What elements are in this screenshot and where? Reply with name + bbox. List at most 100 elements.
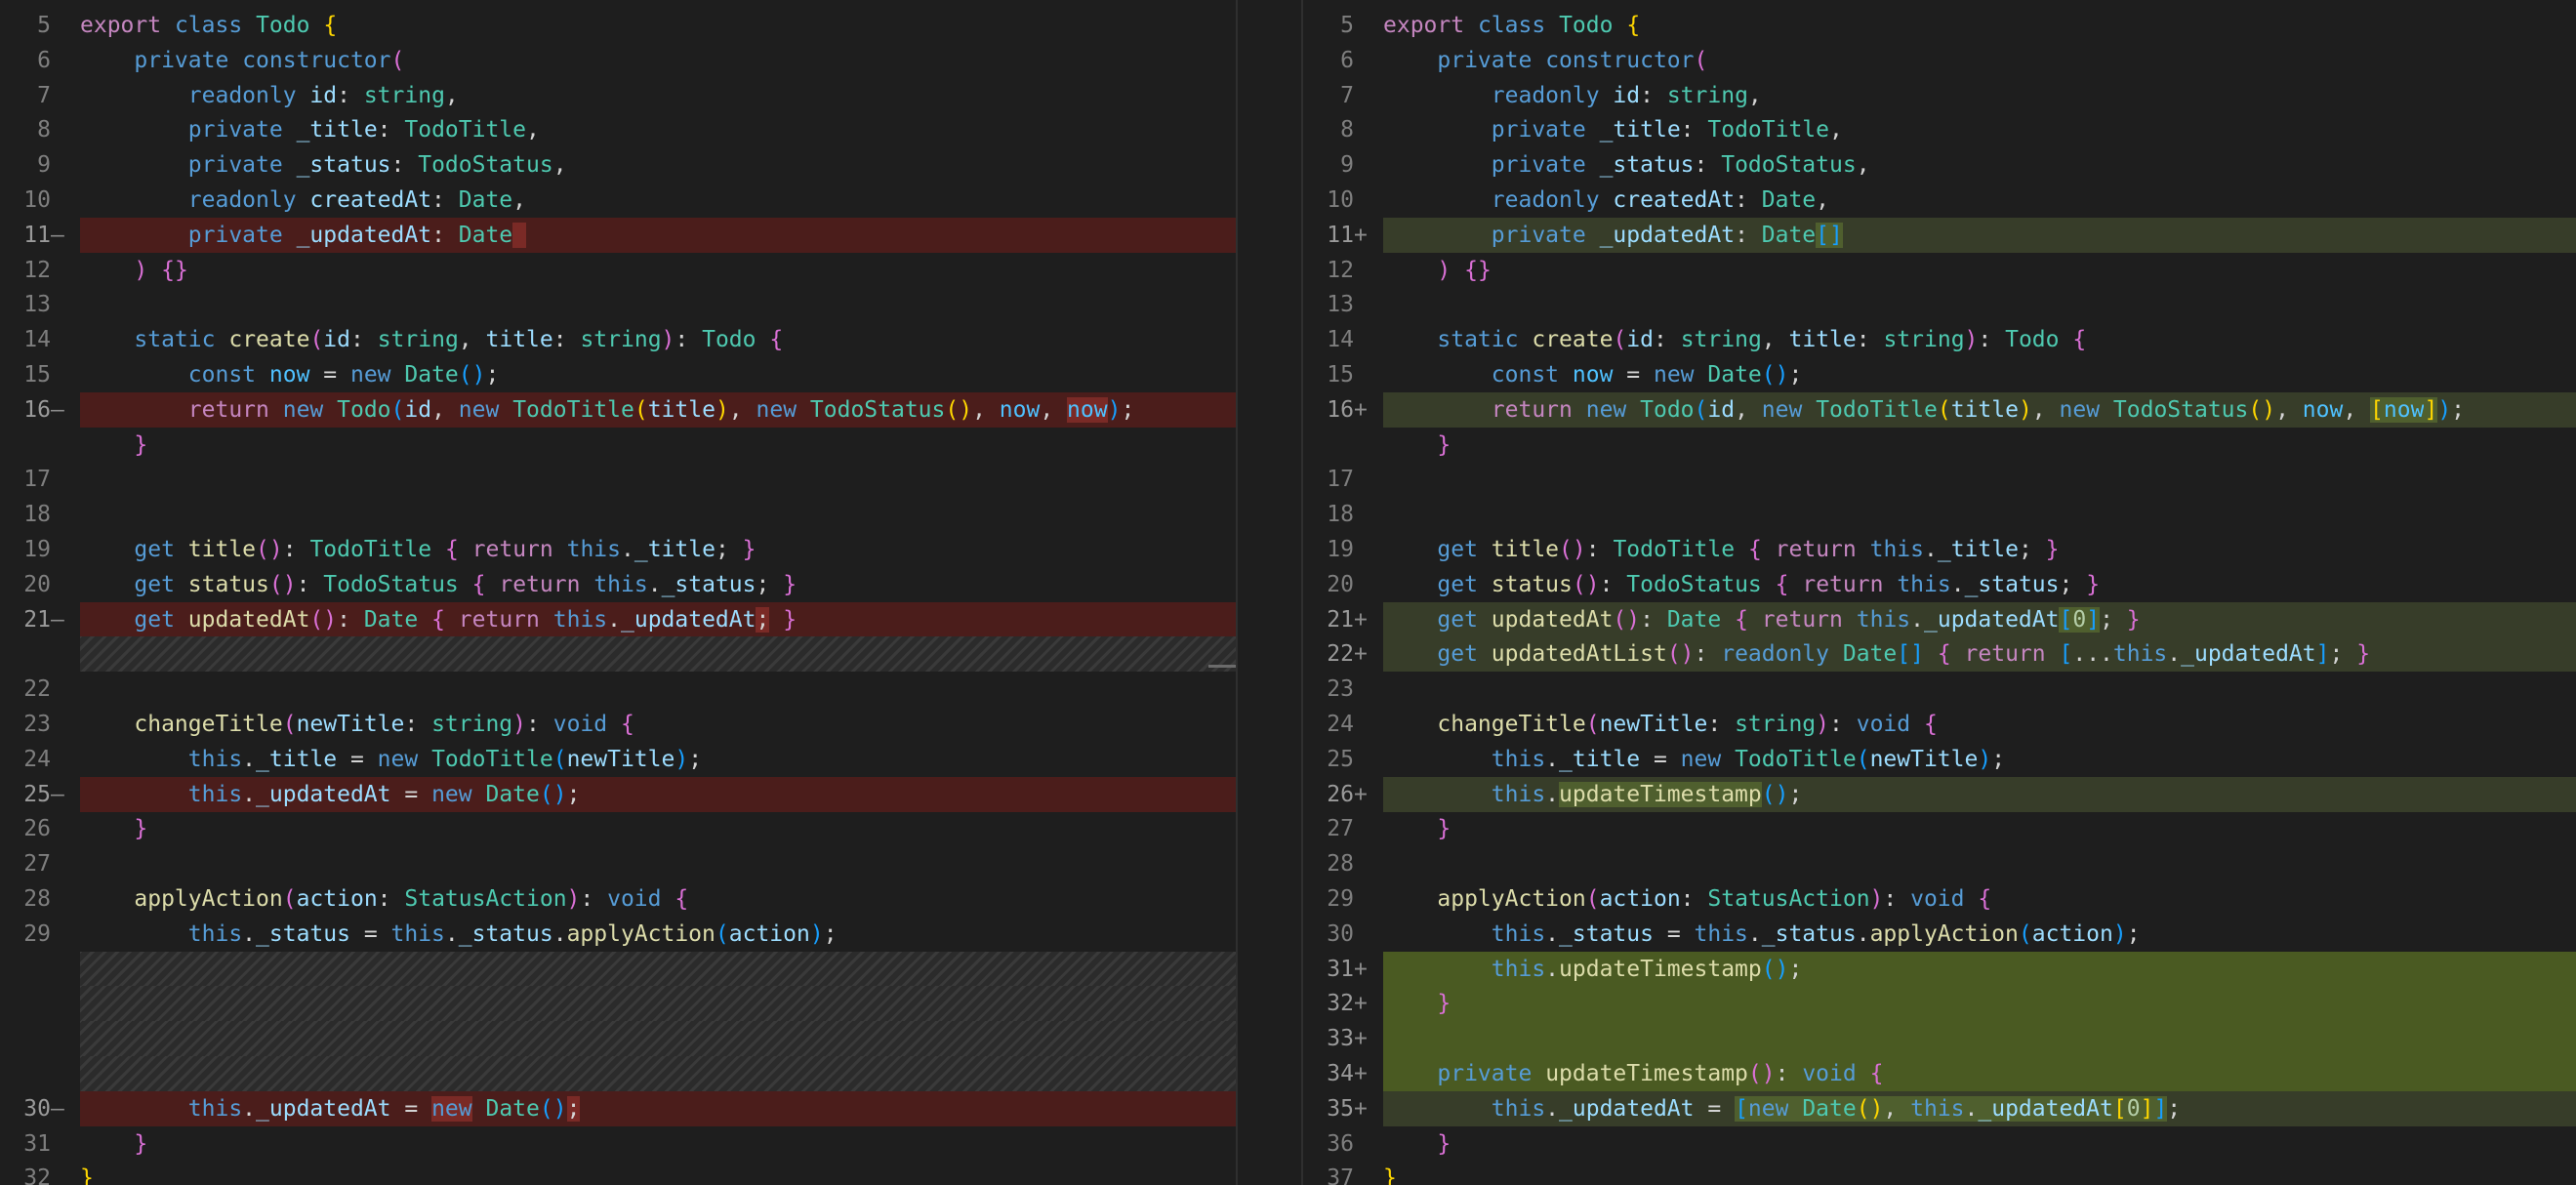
modified-code-line[interactable]: 37} xyxy=(1303,1161,2576,1185)
original-code-line[interactable]: 14 static create(id: string, title: stri… xyxy=(0,322,1236,357)
code-text[interactable]: readonly id: string, xyxy=(1383,78,1762,113)
original-code-line[interactable]: 8 private _title: TodoTitle, xyxy=(0,112,1236,147)
code-text[interactable]: get updatedAt(): Date { return this._upd… xyxy=(80,602,797,637)
modified-code-line[interactable]: 8 private _title: TodoTitle, xyxy=(1303,112,2576,147)
code-text[interactable]: export class Todo { xyxy=(1383,8,1640,43)
code-text[interactable]: } xyxy=(80,428,147,463)
modified-code-line[interactable]: 34 + private updateTimestamp(): void { xyxy=(1303,1056,2576,1091)
original-code-line[interactable]: 25— this._updatedAt = new Date(); xyxy=(0,777,1236,812)
code-text[interactable]: const now = new Date(); xyxy=(80,357,500,392)
original-code-line[interactable]: 9 private _status: TodoStatus, xyxy=(0,147,1236,183)
modified-code-line[interactable]: 26 + this.updateTimestamp(); xyxy=(1303,777,2576,812)
original-code-line[interactable]: 15 const now = new Date(); xyxy=(0,357,1236,392)
original-code-line[interactable]: 22 xyxy=(0,672,1236,707)
modified-code-line[interactable]: 12 ) {} xyxy=(1303,253,2576,288)
modified-code-line[interactable]: 25 this._title = new TodoTitle(newTitle)… xyxy=(1303,742,2576,777)
original-code-line[interactable]: 5 export class Todo { xyxy=(0,8,1236,43)
code-text[interactable]: changeTitle(newTitle: string): void { xyxy=(80,707,634,742)
modified-code-line[interactable]: 9 private _status: TodoStatus, xyxy=(1303,147,2576,183)
code-text[interactable]: const now = new Date(); xyxy=(1383,357,1803,392)
modified-code-line[interactable]: 16 + return new Todo(id, new TodoTitle(ti… xyxy=(1303,392,2576,428)
original-code-line[interactable] xyxy=(0,1021,1236,1056)
modified-code-line[interactable]: 31 + this.updateTimestamp(); xyxy=(1303,952,2576,987)
code-text[interactable]: } xyxy=(1383,1161,1397,1185)
modified-code-line[interactable]: 18 xyxy=(1303,497,2576,532)
original-code-line[interactable] xyxy=(0,1056,1236,1091)
modified-code-line[interactable]: 29 applyAction(action: StatusAction): vo… xyxy=(1303,881,2576,917)
original-code-line[interactable]: 13 xyxy=(0,287,1236,322)
modified-code-line[interactable]: 33 + xyxy=(1303,1021,2576,1056)
code-text[interactable]: } xyxy=(80,811,147,846)
modified-code-line[interactable]: 27 } xyxy=(1303,811,2576,846)
original-code-line[interactable]: 18 xyxy=(0,497,1236,532)
code-text[interactable]: } xyxy=(1383,811,1451,846)
modified-code-line[interactable]: } xyxy=(1303,428,2576,463)
code-text[interactable]: static create(id: string, title: string)… xyxy=(1383,322,2086,357)
code-text[interactable]: private _title: TodoTitle, xyxy=(80,112,540,147)
modified-code-line[interactable]: 17 xyxy=(1303,462,2576,497)
modified-code-line[interactable]: 30 this._status = this._status.applyActi… xyxy=(1303,917,2576,952)
modified-code-line[interactable]: 21 + get updatedAt(): Date { return this.… xyxy=(1303,602,2576,637)
code-text[interactable]: private _updatedAt: Date xyxy=(80,218,527,253)
code-text[interactable]: } xyxy=(1383,1126,1451,1162)
code-text[interactable]: this._title = new TodoTitle(newTitle); xyxy=(80,742,702,777)
original-code-line[interactable]: 28 applyAction(action: StatusAction): vo… xyxy=(0,881,1236,917)
pane-divider[interactable] xyxy=(1236,0,1303,1185)
code-text[interactable]: readonly id: string, xyxy=(80,78,459,113)
modified-code-line[interactable]: 13 xyxy=(1303,287,2576,322)
modified-code-line[interactable]: 35 + this._updatedAt = [new Date(), this.… xyxy=(1303,1091,2576,1126)
code-text[interactable]: get status(): TodoStatus { return this._… xyxy=(1383,567,2100,602)
code-text[interactable]: private _status: TodoStatus, xyxy=(80,147,567,183)
code-text[interactable]: get status(): TodoStatus { return this._… xyxy=(80,567,797,602)
code-text[interactable]: export class Todo { xyxy=(80,8,337,43)
code-text[interactable]: static create(id: string, title: string)… xyxy=(80,322,783,357)
code-text[interactable]: return new Todo(id, new TodoTitle(title)… xyxy=(1383,392,2465,428)
modified-code-line[interactable]: 20 get status(): TodoStatus { return thi… xyxy=(1303,567,2576,602)
modified-code-line[interactable]: 10 readonly createdAt: Date, xyxy=(1303,183,2576,218)
code-text[interactable]: this._title = new TodoTitle(newTitle); xyxy=(1383,742,2005,777)
code-text[interactable]: ) {} xyxy=(1383,253,1491,288)
code-text[interactable]: } xyxy=(1383,986,1451,1021)
modified-code-line[interactable]: 36 } xyxy=(1303,1126,2576,1162)
original-code-line[interactable]: 21— get updatedAt(): Date { return this.… xyxy=(0,602,1236,637)
code-text[interactable]: this.updateTimestamp(); xyxy=(1383,777,1802,812)
original-code-line[interactable]: 10 readonly createdAt: Date, xyxy=(0,183,1236,218)
code-text[interactable]: private _title: TodoTitle, xyxy=(1383,112,1843,147)
original-code-line[interactable]: 19 get title(): TodoTitle { return this.… xyxy=(0,532,1236,567)
modified-code-line[interactable]: 5 export class Todo { xyxy=(1303,8,2576,43)
modified-code-line[interactable]: 19 get title(): TodoTitle { return this.… xyxy=(1303,532,2576,567)
original-code-line[interactable]: 31 } xyxy=(0,1126,1236,1162)
original-code-line[interactable]: 17 xyxy=(0,462,1236,497)
original-code-line[interactable]: 30— this._updatedAt = new Date(); xyxy=(0,1091,1236,1126)
modified-pane[interactable]: 5 export class Todo {6 private constructo… xyxy=(1303,0,2576,1185)
original-code-line[interactable]: } xyxy=(0,428,1236,463)
modified-code-line[interactable]: 32 + } xyxy=(1303,986,2576,1021)
code-text[interactable]: this._updatedAt = new Date(); xyxy=(80,777,581,812)
code-text[interactable]: } xyxy=(80,1126,147,1162)
original-code-line[interactable] xyxy=(0,952,1236,987)
modified-code-line[interactable]: 14 static create(id: string, title: stri… xyxy=(1303,322,2576,357)
code-text[interactable]: private constructor( xyxy=(1383,43,1707,78)
original-code-line[interactable]: 32} xyxy=(0,1161,1236,1185)
original-code-line[interactable]: 11— private _updatedAt: Date xyxy=(0,218,1236,253)
original-code-line[interactable]: 26 } xyxy=(0,811,1236,846)
code-text[interactable]: } xyxy=(1383,428,1451,463)
original-code-line[interactable]: 20 get status(): TodoStatus { return thi… xyxy=(0,567,1236,602)
original-code-line[interactable]: 16— return new Todo(id, new TodoTitle(ti… xyxy=(0,392,1236,428)
modified-code-line[interactable]: 6 private constructor( xyxy=(1303,43,2576,78)
code-text[interactable]: changeTitle(newTitle: string): void { xyxy=(1383,707,1937,742)
original-code-line[interactable]: 12 ) {} xyxy=(0,253,1236,288)
code-text[interactable]: applyAction(action: StatusAction): void … xyxy=(1383,881,1991,917)
code-text[interactable]: get title(): TodoTitle { return this._ti… xyxy=(80,532,756,567)
original-code-line[interactable]: 23 changeTitle(newTitle: string): void { xyxy=(0,707,1236,742)
original-code-line[interactable]: 7 readonly id: string, xyxy=(0,78,1236,113)
code-text[interactable]: return new Todo(id, new TodoTitle(title)… xyxy=(80,392,1134,428)
modified-code-line[interactable]: 28 xyxy=(1303,846,2576,881)
code-text[interactable]: } xyxy=(80,1161,94,1185)
code-text[interactable]: readonly createdAt: Date, xyxy=(80,183,526,218)
modified-code-line[interactable]: 23 xyxy=(1303,672,2576,707)
code-text[interactable]: this._status = this._status.applyAction(… xyxy=(1383,917,2141,952)
code-text[interactable]: get updatedAtList(): readonly Date[] { r… xyxy=(1383,636,2370,672)
original-code-line[interactable]: 6 private constructor( xyxy=(0,43,1236,78)
code-text[interactable]: readonly createdAt: Date, xyxy=(1383,183,1829,218)
